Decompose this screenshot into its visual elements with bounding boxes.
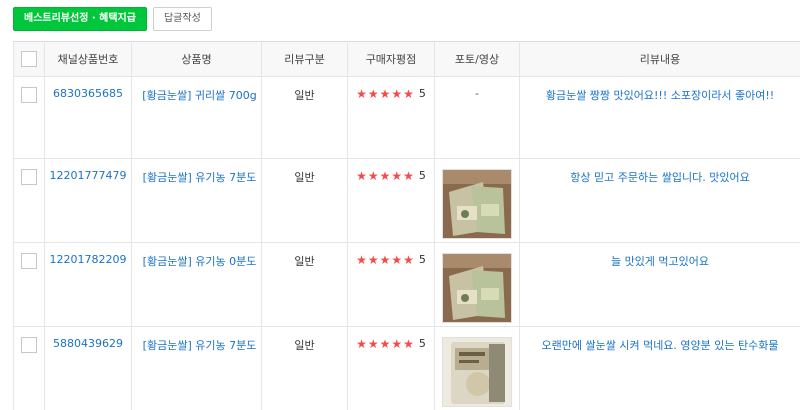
product-name-link[interactable]: [황금눈쌀] 유기농 0분도: [143, 255, 257, 268]
col-header-product-no[interactable]: 채널상품번호: [44, 41, 132, 77]
best-review-button[interactable]: 베스트리뷰선정 · 혜택지급: [13, 7, 147, 31]
content-cell: 늘 맛있게 먹고있어요: [519, 242, 800, 327]
col-header-product-name[interactable]: 상품명: [131, 41, 262, 77]
row-select-cell: [13, 326, 45, 410]
product-name-link[interactable]: [황금눈쌀] 귀리쌀 700g: [142, 89, 256, 102]
rating-cell: ★ ★ ★ ★ ★ 5: [347, 76, 435, 159]
product-no-link[interactable]: 5880439629: [53, 337, 123, 350]
review-content-link[interactable]: 오랜만에 쌀눈쌀 시켜 먹네요. 영양분 있는 탄수화물: [542, 339, 779, 352]
star-icon: ★: [403, 168, 414, 183]
product-no-cell: 6830365685: [44, 76, 132, 159]
star-icon: ★: [367, 252, 379, 267]
star-icon: ★: [367, 168, 379, 183]
star-icon: ★: [391, 252, 403, 267]
row-checkbox[interactable]: [21, 337, 37, 353]
review-content-link[interactable]: 황금눈쌀 짱짱 맛있어요!!! 소포장이라서 좋아여!!: [546, 89, 774, 102]
star-icon: ★: [379, 252, 391, 267]
row-select-cell: [13, 76, 45, 159]
rating-stars: ★ ★ ★ ★ ★ 5: [356, 87, 426, 100]
no-photo-dash: -: [475, 87, 479, 100]
star-icon: ★: [356, 86, 367, 101]
star-icon: ★: [356, 336, 367, 351]
review-type-cell: 일반: [261, 158, 348, 243]
rating-cell: ★ ★ ★ ★ ★ 5: [347, 158, 435, 243]
star-icon: ★: [391, 336, 403, 351]
row-checkbox[interactable]: [21, 87, 37, 103]
rating-cell: ★ ★ ★ ★ ★ 5: [347, 326, 435, 410]
product-name-cell: [황금눈쌀] 유기농 7분도: [131, 326, 262, 410]
product-no-cell: 5880439629: [44, 326, 132, 410]
star-icon: ★: [403, 252, 414, 267]
review-table: 채널상품번호 상품명 리뷰구분 구매자평점 포토/영상 리뷰내용 6830365…: [13, 41, 800, 410]
review-content-link[interactable]: 늘 맛있게 먹고있어요: [611, 255, 709, 268]
product-name-link[interactable]: [황금눈쌀] 유기농 7분도: [143, 339, 257, 352]
rating-cell: ★ ★ ★ ★ ★ 5: [347, 242, 435, 327]
product-no-cell: 12201777479: [44, 158, 132, 243]
review-type-cell: 일반: [261, 76, 348, 159]
rating-value: 5: [418, 253, 426, 266]
star-icon: ★: [367, 86, 379, 101]
star-icon: ★: [379, 168, 391, 183]
photo-cell: -: [434, 76, 520, 159]
table-header-row: 채널상품번호 상품명 리뷰구분 구매자평점 포토/영상 리뷰내용: [13, 41, 800, 77]
star-icon: ★: [356, 168, 367, 183]
star-icon: ★: [367, 336, 379, 351]
table-row[interactable]: 6830365685 [황금눈쌀] 귀리쌀 700g 일반 ★ ★ ★ ★ ★ 5 - …: [13, 76, 800, 159]
star-icon: ★: [379, 86, 391, 101]
select-all-checkbox[interactable]: [21, 50, 37, 67]
col-header-content[interactable]: 리뷰내용: [519, 41, 800, 77]
rating-stars: ★ ★ ★ ★ ★ 5: [356, 169, 426, 182]
product-no-link[interactable]: 6830365685: [53, 87, 123, 100]
row-select-cell: [13, 158, 45, 243]
review-photo-thumbnail[interactable]: [442, 337, 512, 407]
photo-cell: [434, 158, 520, 243]
product-name-cell: [황금눈쌀] 유기농 0분도: [131, 242, 262, 327]
photo-cell: [434, 242, 520, 327]
product-name-link[interactable]: [황금눈쌀] 유기농 7분도: [143, 171, 257, 184]
star-icon: ★: [403, 86, 414, 101]
rating-value: 5: [418, 87, 426, 100]
product-no-link[interactable]: 12201782209: [50, 253, 127, 266]
content-cell: 오랜만에 쌀눈쌀 시켜 먹네요. 영양분 있는 탄수화물: [519, 326, 800, 410]
product-no-cell: 12201782209: [44, 242, 132, 327]
toolbar: 베스트리뷰선정 · 혜택지급 답글작성: [13, 7, 212, 31]
review-type-cell: 일반: [261, 326, 348, 410]
reply-button[interactable]: 답글작성: [152, 7, 212, 31]
rating-stars: ★ ★ ★ ★ ★ 5: [356, 337, 426, 350]
content-cell: 항상 믿고 주문하는 쌀입니다. 맛있어요: [519, 158, 800, 243]
select-all-cell: [13, 41, 45, 77]
review-type-cell: 일반: [261, 242, 348, 327]
star-icon: ★: [379, 336, 391, 351]
star-icon: ★: [391, 168, 403, 183]
rating-value: 5: [418, 169, 426, 182]
row-checkbox[interactable]: [21, 169, 37, 185]
star-icon: ★: [391, 86, 403, 101]
col-header-review-type[interactable]: 리뷰구분: [261, 41, 348, 77]
review-photo-thumbnail[interactable]: [442, 253, 512, 323]
table-row[interactable]: 5880439629 [황금눈쌀] 유기농 7분도 일반 ★★★★★ 5: [13, 326, 800, 410]
col-header-rating[interactable]: 구매자평점: [347, 41, 435, 77]
star-icon: ★: [403, 336, 414, 351]
table-row[interactable]: 12201777479 [황금눈쌀] 유기농 7분도 일반 ★ ★ ★ ★ ★ 5: [13, 158, 800, 243]
star-icon: ★: [356, 252, 367, 267]
row-select-cell: [13, 242, 45, 327]
product-no-link[interactable]: 12201777479: [50, 169, 127, 182]
col-header-photo[interactable]: 포토/영상: [434, 41, 520, 77]
review-content-link[interactable]: 항상 믿고 주문하는 쌀입니다. 맛있어요: [570, 171, 749, 184]
review-photo-thumbnail[interactable]: [442, 169, 512, 239]
product-name-cell: [황금눈쌀] 귀리쌀 700g: [131, 76, 262, 159]
product-name-cell: [황금눈쌀] 유기농 7분도: [131, 158, 262, 243]
content-cell: 황금눈쌀 짱짱 맛있어요!!! 소포장이라서 좋아여!!: [519, 76, 800, 159]
rating-value: 5: [418, 337, 426, 350]
photo-cell: [434, 326, 520, 410]
rating-stars: ★ ★ ★ ★ ★ 5: [356, 253, 426, 266]
table-row[interactable]: 12201782209 [황금눈쌀] 유기농 0분도 일반 ★ ★ ★ ★ ★ 5: [13, 242, 800, 327]
row-checkbox[interactable]: [21, 253, 37, 269]
